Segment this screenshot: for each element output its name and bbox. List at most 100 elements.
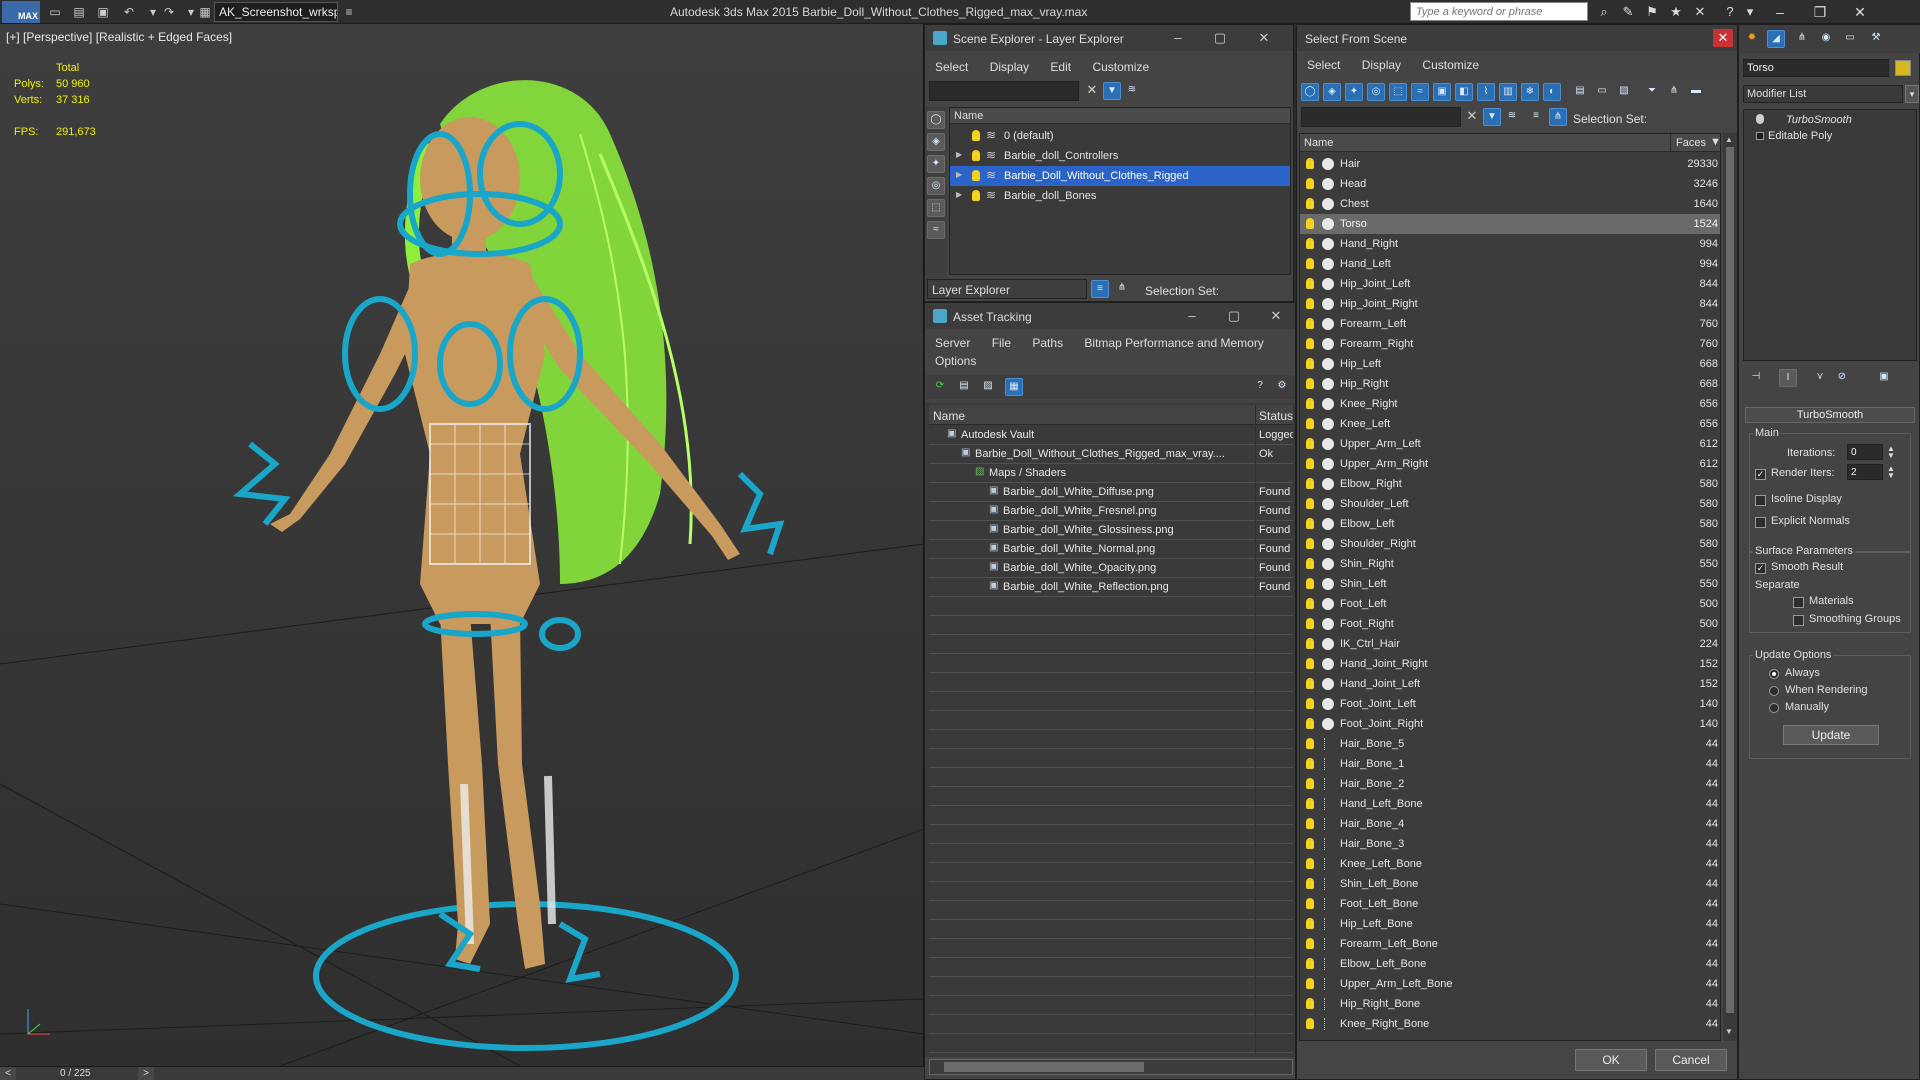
app-logo[interactable]: MAX — [2, 1, 40, 23]
scrollbar-thumb[interactable] — [1726, 147, 1734, 1013]
object-row[interactable]: Knee_Right_Bone 44 — [1300, 1014, 1720, 1034]
light-bulb-icon[interactable] — [1306, 558, 1314, 569]
restore-icon[interactable]: ❐ — [1800, 0, 1840, 24]
col-name[interactable]: Name — [1304, 137, 1333, 149]
light-bulb-icon[interactable] — [1306, 798, 1314, 809]
light-bulb-icon[interactable] — [1306, 518, 1314, 529]
sort-desc-icon[interactable]: ▼ — [1710, 136, 1720, 148]
object-row[interactable]: Shin_Left 550 — [1300, 574, 1720, 594]
when-rendering-radio[interactable] — [1769, 686, 1779, 696]
light-bulb-icon[interactable] — [1306, 758, 1314, 769]
light-bulb-icon[interactable] — [1306, 838, 1314, 849]
asset-row[interactable]: ▨ Maps / Shaders — [929, 464, 1293, 483]
object-row[interactable]: Torso 1524 — [1300, 214, 1720, 234]
layer-search-input[interactable] — [929, 81, 1079, 101]
frame-counter[interactable]: 0 / 225 — [60, 1068, 91, 1079]
filter-funnel-icon[interactable]: ⏷ — [1643, 83, 1661, 101]
new-file-icon[interactable]: ▭ — [46, 3, 64, 21]
layer-stack-icon[interactable]: ≋ — [986, 168, 996, 182]
layer-row[interactable]: ≋ 0 (default) — [950, 126, 1290, 146]
layer-stack-icon[interactable]: ≋ — [986, 188, 996, 202]
stack-item-editable-poly[interactable]: Editable Poly — [1744, 128, 1916, 144]
light-bulb-icon[interactable] — [1306, 478, 1314, 489]
stack-item-turbosmooth[interactable]: TurboSmooth — [1744, 112, 1916, 128]
isoline-display-checkbox[interactable] — [1755, 495, 1766, 506]
layer-stack-icon[interactable]: ≋ — [1503, 108, 1521, 126]
asset-tracking-titlebar[interactable]: Asset Tracking – ▢ ✕ — [925, 303, 1295, 329]
workspace-menu-icon[interactable]: ≡ — [340, 3, 358, 21]
close-icon[interactable]: ✕ — [1840, 0, 1880, 24]
next-frame-button[interactable]: > — [138, 1067, 154, 1080]
light-bulb-icon[interactable] — [1306, 938, 1314, 949]
light-bulb-icon[interactable] — [1306, 158, 1314, 169]
filter-hidden-icon[interactable]: ◐ — [1543, 83, 1561, 101]
clear-search-icon[interactable]: ✕ — [1083, 82, 1101, 100]
open-folder-icon[interactable]: ▤ — [70, 3, 88, 21]
object-row[interactable]: Upper_Arm_Left 612 — [1300, 434, 1720, 454]
object-row[interactable]: Upper_Arm_Right 612 — [1300, 454, 1720, 474]
object-row[interactable]: Hair_Bone_5 44 — [1300, 734, 1720, 754]
light-bulb-icon[interactable] — [1306, 598, 1314, 609]
object-row[interactable]: Hip_Left_Bone 44 — [1300, 914, 1720, 934]
smooth-result-checkbox[interactable]: ✓ — [1755, 563, 1766, 574]
display-geometry-icon[interactable]: ◯ — [927, 111, 945, 129]
scrollbar-thumb[interactable] — [944, 1062, 1144, 1072]
object-row[interactable]: Hand_Joint_Left 152 — [1300, 674, 1720, 694]
object-row[interactable]: Hip_Joint_Left 844 — [1300, 274, 1720, 294]
filter-groups-icon[interactable]: ▣ — [1433, 83, 1451, 101]
minimize-icon[interactable]: – — [1165, 29, 1191, 47]
light-bulb-icon[interactable] — [1306, 358, 1314, 369]
light-bulb-icon[interactable] — [1306, 578, 1314, 589]
object-row[interactable]: Hip_Left 668 — [1300, 354, 1720, 374]
close-icon[interactable]: ✕ — [1263, 307, 1289, 325]
display-shapes-icon[interactable]: ◈ — [927, 133, 945, 151]
object-row[interactable]: Elbow_Right 580 — [1300, 474, 1720, 494]
menu-select[interactable]: Select — [925, 57, 976, 74]
menu-customize[interactable]: Customize — [1412, 55, 1487, 72]
select-from-scene-titlebar[interactable]: Select From Scene ✕ — [1297, 25, 1737, 51]
object-row[interactable]: Foot_Joint_Left 140 — [1300, 694, 1720, 714]
object-row[interactable]: Knee_Left 656 — [1300, 414, 1720, 434]
object-row[interactable]: Elbow_Left_Bone 44 — [1300, 954, 1720, 974]
layer-explorer-icon[interactable]: ≡ — [1091, 280, 1109, 298]
light-bulb-icon[interactable] — [1306, 858, 1314, 869]
layer-row[interactable]: ▶ ≋ Barbie_doll_Controllers — [950, 146, 1290, 166]
layer-row[interactable]: ▶ ≋ Barbie_doll_Bones — [950, 186, 1290, 206]
maximize-icon[interactable]: ▢ — [1207, 29, 1233, 47]
light-bulb-icon[interactable] — [1306, 418, 1314, 429]
help-icon[interactable]: ? — [1720, 3, 1740, 21]
hierarchy-icon[interactable]: ⋔ — [1113, 280, 1131, 298]
object-row[interactable]: Hair_Bone_4 44 — [1300, 814, 1720, 834]
filter-helpers-icon[interactable]: ⬚ — [1389, 83, 1407, 101]
hierarchy-filter-icon[interactable]: ⋔ — [1665, 83, 1683, 101]
render-iters-spin-arrows-icon[interactable]: ▲ ▼ — [1887, 465, 1895, 480]
configure-sets-icon[interactable]: ▣ — [1875, 369, 1893, 387]
select-invert-icon[interactable]: ▧ — [1615, 83, 1633, 101]
light-bulb-icon[interactable] — [1306, 878, 1314, 889]
layers-icon[interactable]: ≡ — [1527, 108, 1545, 126]
light-bulb-icon[interactable] — [1306, 618, 1314, 629]
object-row[interactable]: Hip_Right 668 — [1300, 374, 1720, 394]
object-row[interactable]: Hand_Left_Bone 44 — [1300, 794, 1720, 814]
object-search-input[interactable] — [1301, 107, 1461, 127]
scroll-down-icon[interactable]: ▼ — [1725, 1027, 1733, 1036]
object-row[interactable]: Knee_Left_Bone 44 — [1300, 854, 1720, 874]
show-end-result-icon[interactable]: Ι — [1779, 369, 1797, 387]
remove-modifier-icon[interactable]: ⊘ — [1833, 369, 1851, 387]
help-search-input[interactable] — [1410, 2, 1588, 21]
make-unique-icon[interactable]: ⋎ — [1811, 369, 1829, 387]
object-row[interactable]: Hair_Bone_2 44 — [1300, 774, 1720, 794]
light-bulb-icon[interactable] — [972, 190, 980, 201]
asset-row[interactable]: ▣ Barbie_Doll_Without_Clothes_Rigged_max_… — [929, 445, 1293, 464]
expand-box-icon[interactable] — [1756, 132, 1764, 140]
redo-icon[interactable]: ↷ — [160, 3, 178, 21]
close-icon[interactable]: ✕ — [1251, 29, 1277, 47]
modifier-list-dropdown[interactable]: Modifier List — [1743, 85, 1903, 103]
menu-file[interactable]: File — [982, 333, 1019, 350]
light-bulb-icon[interactable] — [1306, 978, 1314, 989]
object-row[interactable]: Hair_Bone_3 44 — [1300, 834, 1720, 854]
asset-row[interactable]: ▣ Barbie_doll_White_Glossiness.png Found — [929, 521, 1293, 540]
light-bulb-icon[interactable] — [1306, 538, 1314, 549]
perspective-viewport[interactable]: [+] [Perspective] [Realistic + Edged Fac… — [0, 24, 924, 1066]
pin-stack-icon[interactable]: ⊣ — [1747, 369, 1765, 387]
